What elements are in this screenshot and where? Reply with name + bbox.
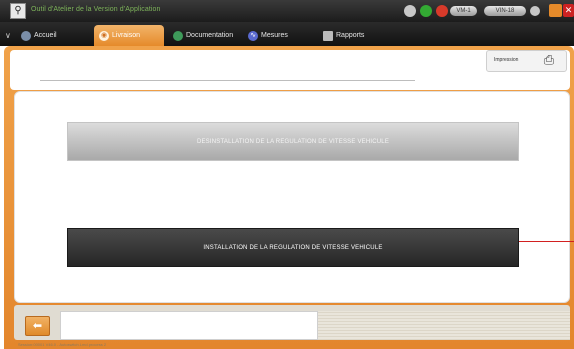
print-button[interactable]: Impression ⎙ bbox=[486, 50, 567, 72]
tab-bar: ∨ Accueil ◉ Livraison Documentation ∿ Me… bbox=[0, 22, 574, 46]
tab-label: Mesures bbox=[261, 32, 288, 39]
printer-icon: ⎙ bbox=[543, 53, 555, 68]
close-button[interactable]: ✕ bbox=[563, 4, 574, 17]
tab-mesures[interactable]: ∿ Mesures bbox=[243, 25, 311, 46]
tab-label: Livraison bbox=[112, 32, 141, 39]
status-area bbox=[318, 311, 570, 340]
status-pill: VM-1 bbox=[450, 6, 477, 16]
title-bar: ⚲ Outil d'Atelier de la Version d'Applic… bbox=[0, 0, 574, 22]
status-light-icon bbox=[404, 5, 416, 17]
home-icon bbox=[21, 31, 31, 41]
print-label: Impression bbox=[494, 57, 519, 63]
footer-text: Session:00001 V46.0 - Autoswitch.Lmd.pro… bbox=[18, 342, 107, 347]
tab-documentation[interactable]: Documentation bbox=[168, 25, 242, 46]
uninstall-speed-regulation-button[interactable]: DESINSTALLATION DE LA REGULATION DE VITE… bbox=[67, 122, 519, 161]
tab-accueil[interactable]: Accueil bbox=[16, 25, 86, 46]
window-title: Outil d'Atelier de la Version d'Applicat… bbox=[31, 6, 161, 13]
install-speed-regulation-button[interactable]: INSTALLATION DE LA REGULATION DE VITESSE… bbox=[67, 228, 519, 267]
settings-dot-icon[interactable] bbox=[530, 6, 540, 16]
waveform-icon: ∿ bbox=[248, 31, 258, 41]
message-field bbox=[60, 311, 318, 340]
tab-label: Rapports bbox=[336, 32, 365, 39]
app-logo-icon: ⚲ bbox=[10, 3, 26, 19]
delivery-icon: ◉ bbox=[99, 31, 109, 41]
back-button[interactable]: ⬅ bbox=[25, 316, 50, 336]
tab-rapports[interactable]: Rapports bbox=[318, 25, 388, 46]
arrow-left-icon: ⬅ bbox=[32, 319, 43, 332]
alert-icon bbox=[436, 5, 448, 17]
divider bbox=[40, 80, 415, 81]
tab-label: Accueil bbox=[34, 32, 57, 39]
chevron-down-icon[interactable]: ∨ bbox=[5, 31, 11, 40]
minimize-button[interactable] bbox=[549, 4, 562, 17]
callout-line bbox=[519, 241, 574, 242]
connection-icon bbox=[420, 5, 432, 17]
book-icon bbox=[173, 31, 183, 41]
vin-badge: VIN-18 bbox=[484, 6, 526, 16]
report-icon bbox=[323, 31, 333, 41]
tab-livraison[interactable]: ◉ Livraison bbox=[94, 25, 164, 46]
tab-label: Documentation bbox=[186, 32, 234, 39]
